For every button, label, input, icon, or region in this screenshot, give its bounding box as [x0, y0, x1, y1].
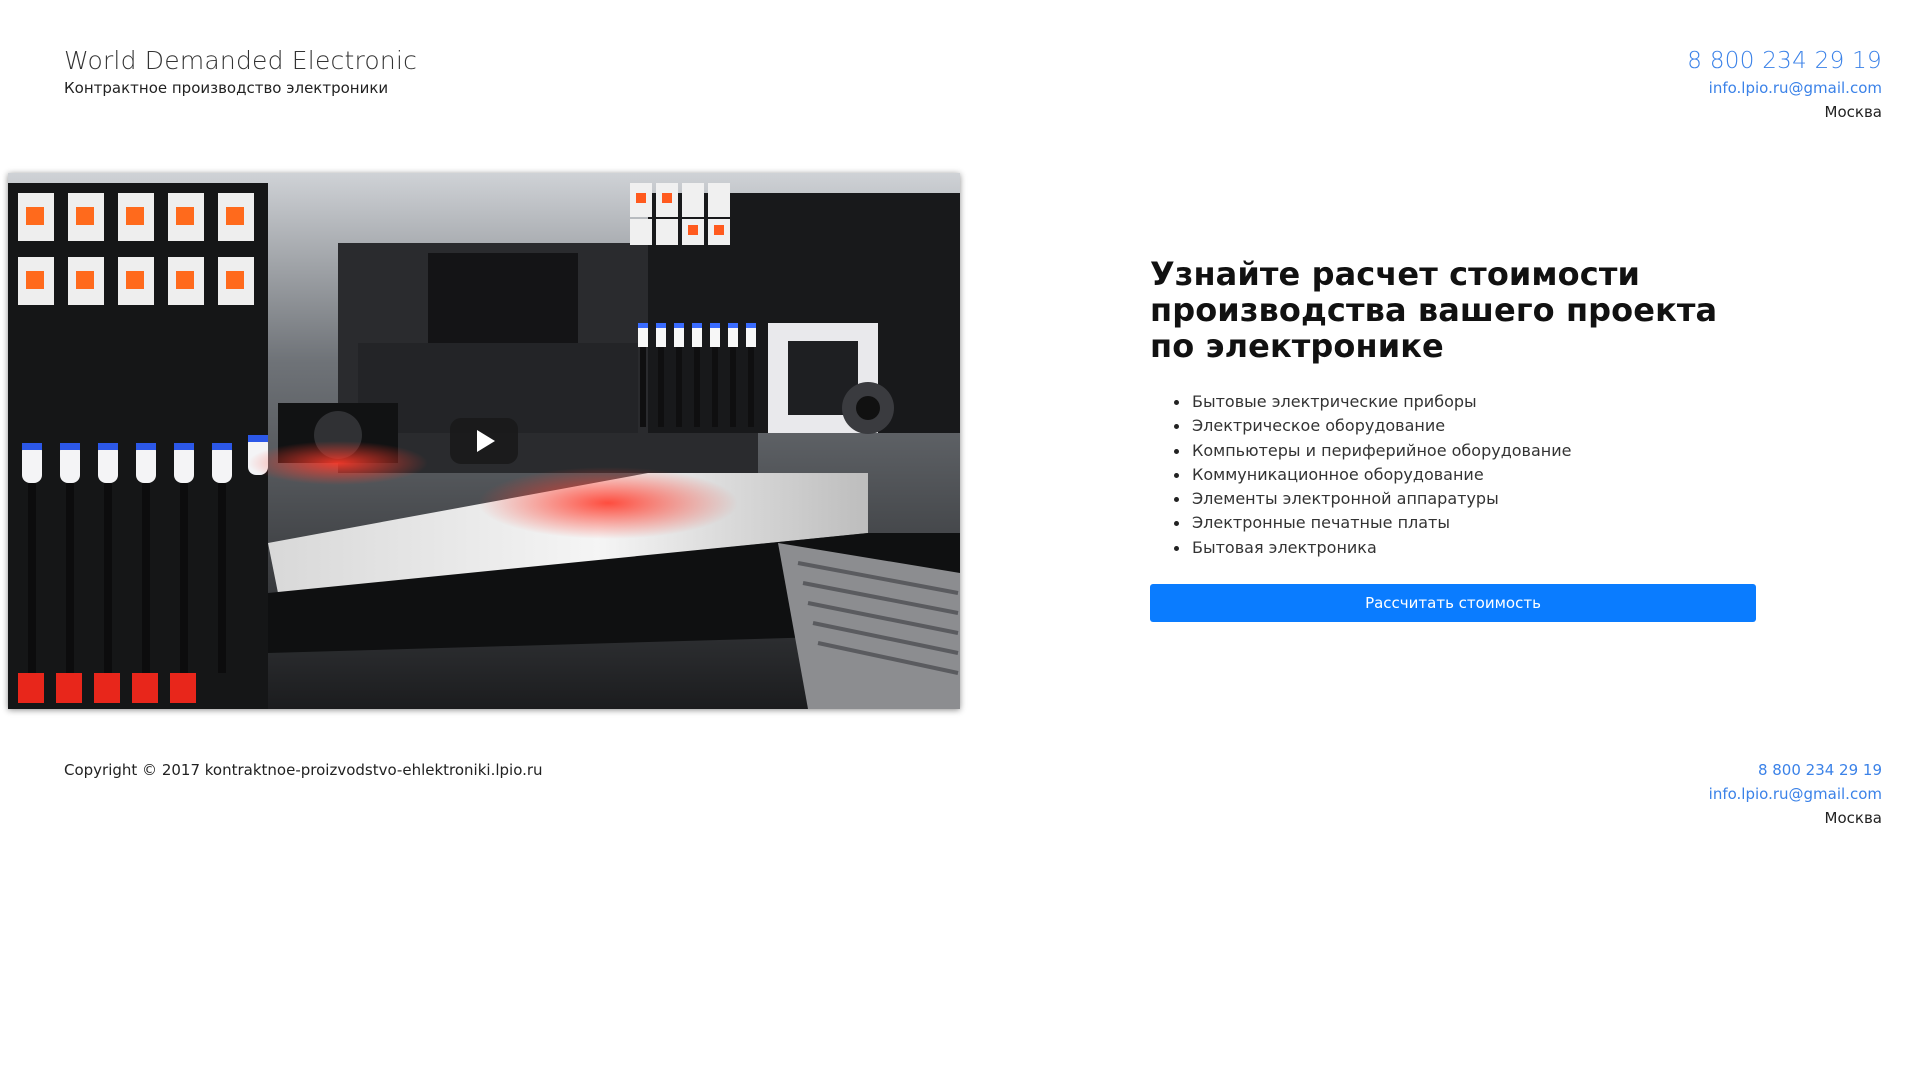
promo-heading: Узнайте расчет стоимости производства ва… — [1150, 255, 1718, 365]
header-email-link[interactable]: info.lpio.ru@gmail.com — [1687, 76, 1882, 100]
site-subtitle: Контрактное производство электроники — [64, 79, 389, 97]
list-item: Компьютеры и периферийное оборудование — [1150, 439, 1760, 463]
brand-block: World Demanded Electronic Контрактное пр… — [64, 44, 417, 98]
footer-email-link[interactable]: info.lpio.ru@gmail.com — [1709, 782, 1882, 806]
footer-city: Москва — [1824, 809, 1882, 827]
landing-page: World Demanded Electronic Контрактное пр… — [0, 0, 1920, 1080]
site-title[interactable]: World Demanded Electronic — [64, 44, 417, 78]
play-button[interactable] — [450, 418, 518, 464]
calculate-cost-button[interactable]: Рассчитать стоимость — [1150, 584, 1756, 623]
list-item: Бытовые электрические приборы — [1150, 390, 1760, 414]
play-icon — [477, 430, 495, 452]
promo-section: Узнайте расчет стоимости производства ва… — [1150, 255, 1760, 623]
copyright-text: Copyright © 2017 kontraktnoe-proizvodstv… — [64, 761, 543, 779]
list-item: Электронные печатные платы — [1150, 511, 1760, 535]
list-item: Электрическое оборудование — [1150, 414, 1760, 438]
header-contacts: 8 800 234 29 19 info.lpio.ru@gmail.com М… — [1687, 46, 1882, 124]
header-phone-link[interactable]: 8 800 234 29 19 — [1687, 46, 1882, 76]
video-player[interactable] — [8, 173, 960, 709]
list-item: Элементы электронной аппаратуры — [1150, 487, 1760, 511]
list-item: Коммуникационное оборудование — [1150, 463, 1760, 487]
service-list: Бытовые электрические приборы Электричес… — [1150, 390, 1760, 560]
list-item: Бытовая электроника — [1150, 536, 1760, 560]
footer-contacts: 8 800 234 29 19 info.lpio.ru@gmail.com М… — [1709, 758, 1882, 830]
header-city: Москва — [1824, 103, 1882, 121]
footer-phone-link[interactable]: 8 800 234 29 19 — [1709, 758, 1882, 782]
